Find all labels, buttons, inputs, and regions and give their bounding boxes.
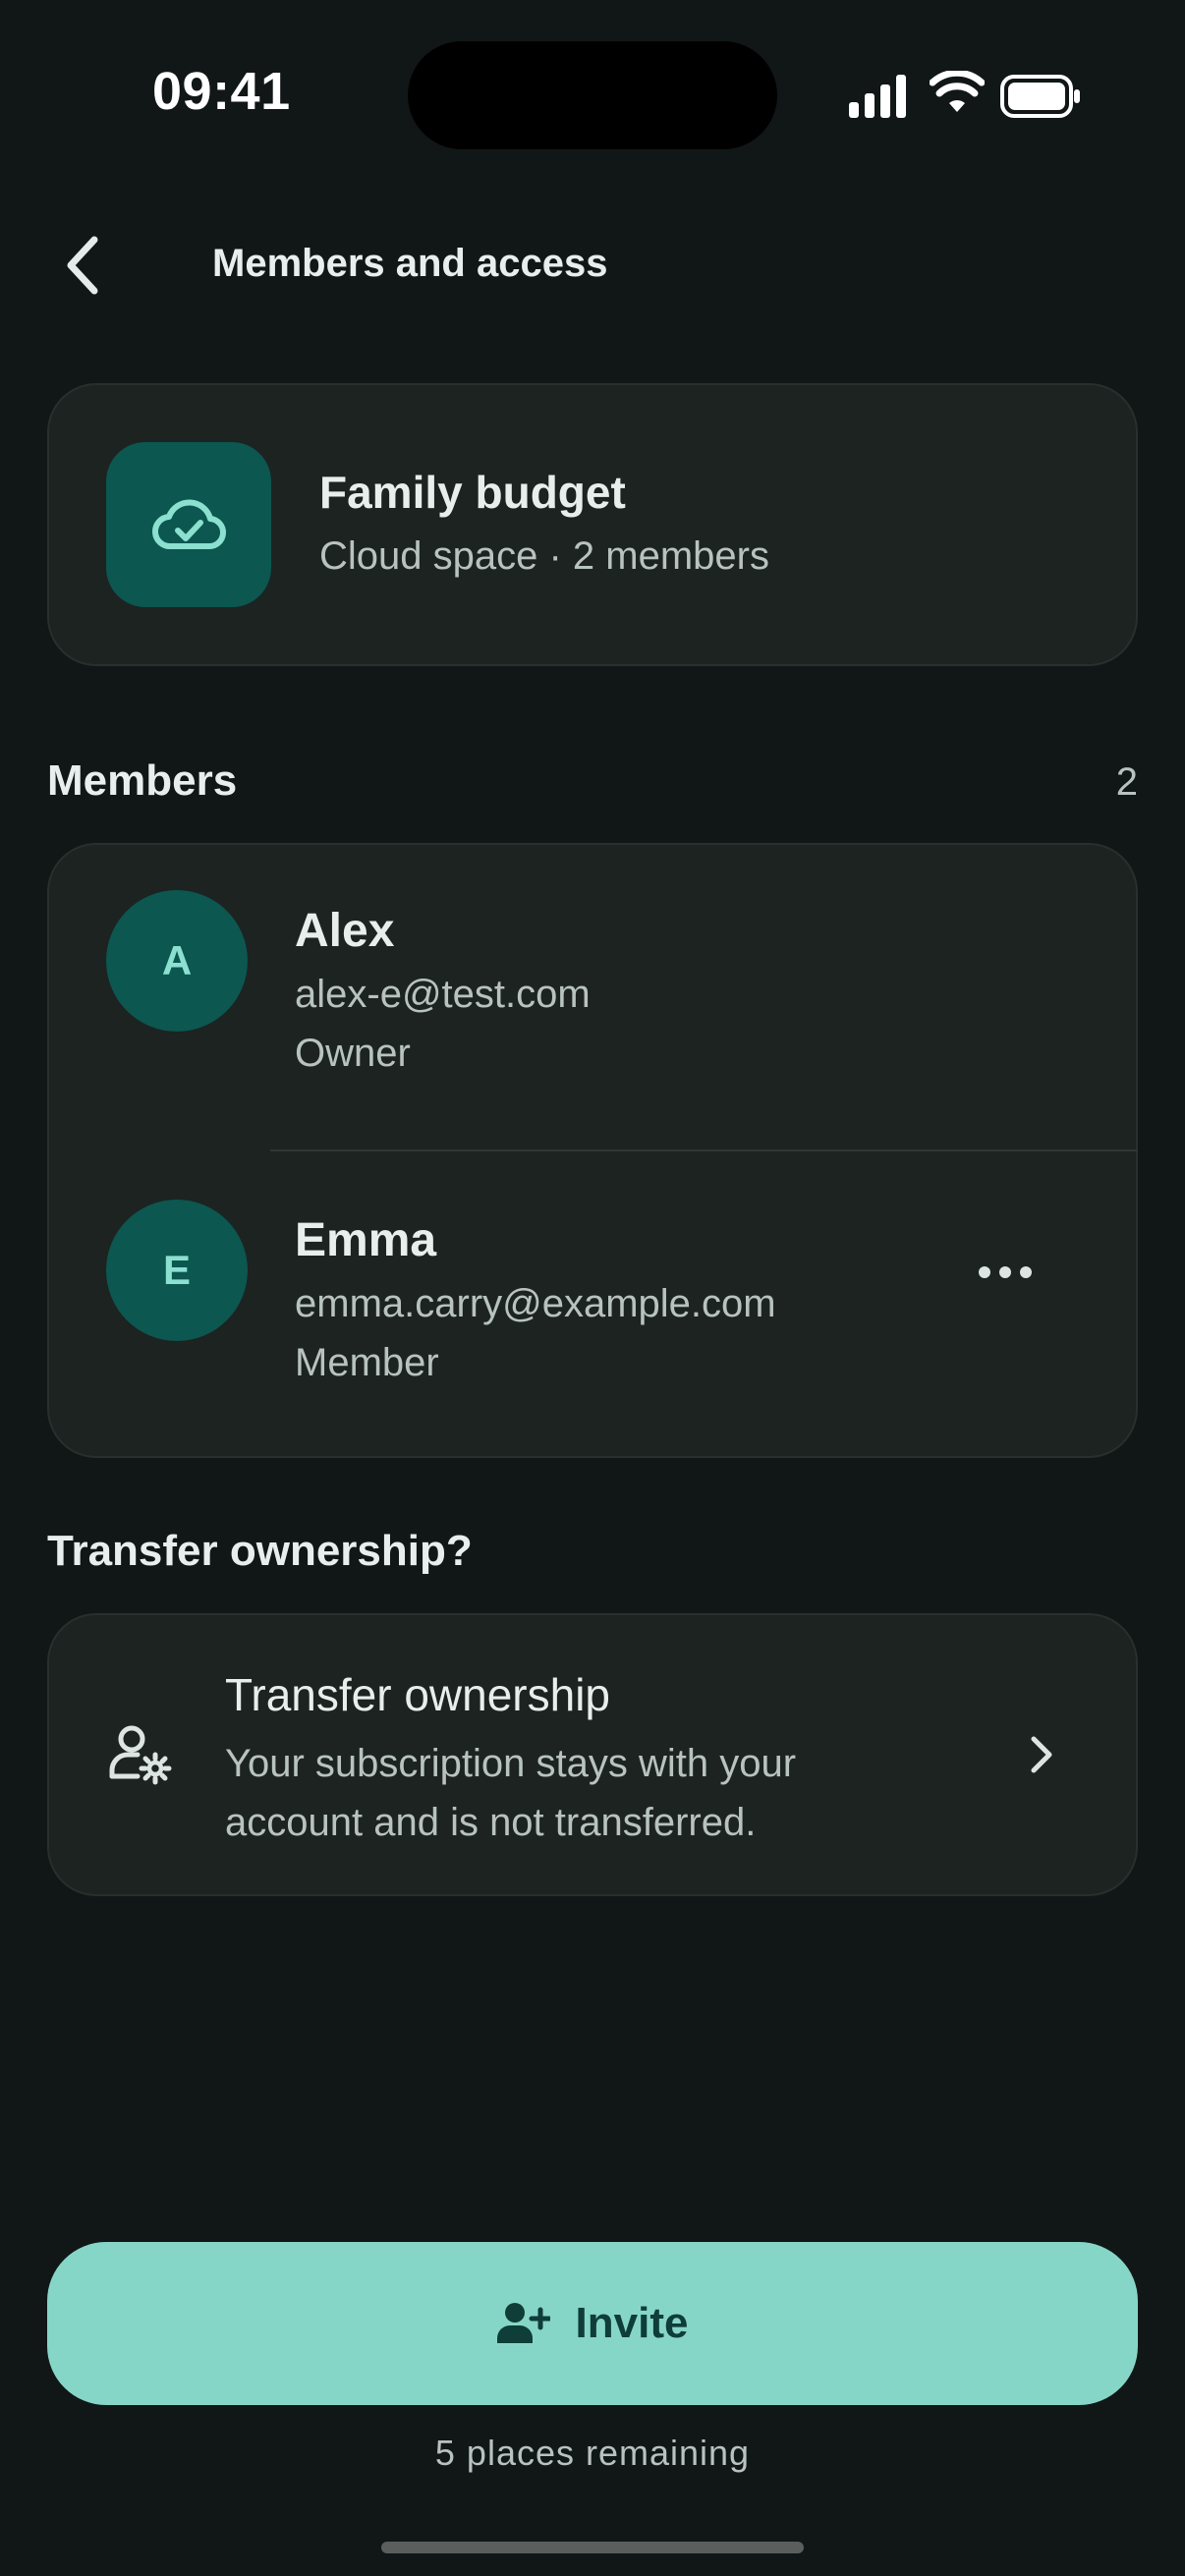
more-options-button[interactable] xyxy=(963,1248,1047,1297)
more-dot xyxy=(999,1266,1011,1278)
back-button[interactable] xyxy=(55,226,110,305)
home-indicator[interactable] xyxy=(381,2542,804,2553)
transfer-heading: Transfer ownership? xyxy=(47,1527,473,1575)
member-name: Emma xyxy=(295,1214,437,1266)
battery-icon xyxy=(1000,75,1080,118)
more-dot xyxy=(979,1266,990,1278)
cloud-check-icon xyxy=(151,499,227,550)
page-title: Members and access xyxy=(212,242,608,285)
member-role: Member xyxy=(295,1341,439,1384)
cellular-signal-icon xyxy=(849,75,906,118)
places-remaining: 5 places remaining xyxy=(434,2433,751,2473)
dynamic-island xyxy=(408,41,777,149)
invite-label: Invite xyxy=(575,2299,689,2347)
transfer-title: Transfer ownership xyxy=(225,1669,611,1720)
transfer-description: Your subscription stays with your accoun… xyxy=(225,1742,797,1844)
status-time: 09:41 xyxy=(152,62,291,121)
chevron-left-icon xyxy=(67,236,98,295)
add-user-icon xyxy=(496,2303,550,2343)
members-heading: Members xyxy=(47,756,238,805)
member-email: emma.carry@example.com xyxy=(295,1282,776,1325)
more-dot xyxy=(1020,1266,1032,1278)
members-count: 2 xyxy=(1115,760,1138,804)
invite-button[interactable]: Invite xyxy=(47,2242,1138,2405)
space-name: Family budget xyxy=(319,467,626,518)
divider xyxy=(270,1149,1138,1151)
user-settings-icon xyxy=(109,1725,172,1785)
space-icon-container xyxy=(106,442,271,607)
member-email: alex-e@test.com xyxy=(295,973,591,1016)
avatar: A xyxy=(106,890,248,1032)
chevron-right-icon xyxy=(1031,1736,1052,1773)
wifi-icon xyxy=(930,71,985,112)
avatar: E xyxy=(106,1200,248,1341)
member-name: Alex xyxy=(295,905,395,957)
member-role: Owner xyxy=(295,1032,411,1075)
space-subtitle: Cloud space · 2 members xyxy=(319,534,769,578)
